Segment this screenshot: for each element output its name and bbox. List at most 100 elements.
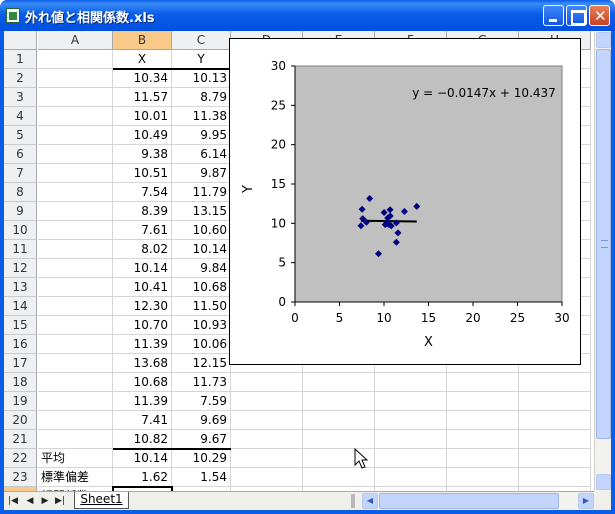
y-tick-label: 10 xyxy=(271,216,286,230)
cell-b16[interactable]: 11.39 xyxy=(113,335,171,354)
cell-b12[interactable]: 10.14 xyxy=(113,259,171,278)
cell-b1[interactable]: X xyxy=(113,50,171,69)
vertical-scrollbar[interactable] xyxy=(594,31,611,491)
row-header-13[interactable]: 13 xyxy=(4,278,37,297)
cell-b15[interactable]: 10.70 xyxy=(113,316,171,335)
row-header-15[interactable]: 15 xyxy=(4,316,37,335)
x-tick-label: 30 xyxy=(554,311,569,325)
cell-a22[interactable]: 平均 xyxy=(38,449,112,468)
cell-c21[interactable]: 9.67 xyxy=(172,430,230,449)
cell-c8[interactable]: 11.79 xyxy=(172,183,230,202)
scroll-right-button[interactable]: ▶ xyxy=(578,493,594,509)
scroll-down-button[interactable] xyxy=(596,474,611,490)
cell-c12[interactable]: 9.84 xyxy=(172,259,230,278)
minimize-button[interactable] xyxy=(543,5,564,26)
scroll-left-button[interactable]: ◀ xyxy=(362,493,378,509)
resize-grip[interactable] xyxy=(594,491,611,510)
cell-b17[interactable]: 13.68 xyxy=(113,354,171,373)
row-header-12[interactable]: 12 xyxy=(4,259,37,278)
column-header-c[interactable]: C xyxy=(172,31,231,50)
cell-c19[interactable]: 7.59 xyxy=(172,392,230,411)
row-header-2[interactable]: 2 xyxy=(4,69,37,88)
scatter-chart[interactable]: 0 5 10 15 20 25 30 0 5 10 15 20 25 30 X Yy = −0.0147x +… xyxy=(229,38,581,365)
window-frame-right xyxy=(611,31,615,514)
cell-b13[interactable]: 10.41 xyxy=(113,278,171,297)
cell-b11[interactable]: 8.02 xyxy=(113,240,171,259)
first-sheet-icon[interactable]: |◀ xyxy=(7,495,19,507)
row-header-7[interactable]: 7 xyxy=(4,164,37,183)
cell-b7[interactable]: 10.51 xyxy=(113,164,171,183)
cell-b4[interactable]: 10.01 xyxy=(113,107,171,126)
cell-c17[interactable]: 12.15 xyxy=(172,354,230,373)
cell-b20[interactable]: 7.41 xyxy=(113,411,171,430)
column-header-a[interactable]: A xyxy=(38,31,113,50)
scroll-up-button[interactable] xyxy=(596,32,611,48)
select-all-corner[interactable] xyxy=(4,31,37,50)
last-sheet-icon[interactable]: ▶| xyxy=(54,495,66,507)
row-header-6[interactable]: 6 xyxy=(4,145,37,164)
cell-c7[interactable]: 9.87 xyxy=(172,164,230,183)
row-header-23[interactable]: 23 xyxy=(4,468,37,487)
cell-b21[interactable]: 10.82 xyxy=(113,430,171,449)
next-sheet-icon[interactable]: ▶ xyxy=(39,495,51,507)
title-bar[interactable]: 外れ値と相関係数.xls ✕ xyxy=(0,0,615,31)
maximize-button[interactable] xyxy=(566,5,587,26)
cell-b18[interactable]: 10.68 xyxy=(113,373,171,392)
cell-c9[interactable]: 13.15 xyxy=(172,202,230,221)
column-header-b[interactable]: B xyxy=(113,31,172,50)
cell-c14[interactable]: 11.50 xyxy=(172,297,230,316)
row-header-19[interactable]: 19 xyxy=(4,392,37,411)
cell-c16[interactable]: 10.06 xyxy=(172,335,230,354)
row-header-22[interactable]: 22 xyxy=(4,449,37,468)
cell-b14[interactable]: 12.30 xyxy=(113,297,171,316)
cell-c1[interactable]: Y xyxy=(172,50,230,69)
cell-b2[interactable]: 10.34 xyxy=(113,69,171,88)
cell-c3[interactable]: 8.79 xyxy=(172,88,230,107)
tab-split-handle[interactable] xyxy=(351,494,355,508)
row-header-9[interactable]: 9 xyxy=(4,202,37,221)
cell-c6[interactable]: 6.14 xyxy=(172,145,230,164)
cell-c13[interactable]: 10.68 xyxy=(172,278,230,297)
row-header-17[interactable]: 17 xyxy=(4,354,37,373)
mouse-cursor-icon xyxy=(354,448,368,469)
cell-c2[interactable]: 10.13 xyxy=(172,69,230,88)
cell-c18[interactable]: 11.73 xyxy=(172,373,230,392)
cell-c5[interactable]: 9.95 xyxy=(172,126,230,145)
row-header-10[interactable]: 10 xyxy=(4,221,37,240)
row-header-4[interactable]: 4 xyxy=(4,107,37,126)
row-header-16[interactable]: 16 xyxy=(4,335,37,354)
cell-b10[interactable]: 7.61 xyxy=(113,221,171,240)
cell-c11[interactable]: 10.14 xyxy=(172,240,230,259)
cell-c23[interactable]: 1.54 xyxy=(172,468,230,487)
row-header-14[interactable]: 14 xyxy=(4,297,37,316)
cell-b8[interactable]: 7.54 xyxy=(113,183,171,202)
cell-a23[interactable]: 標準偏差 xyxy=(38,468,112,487)
row-header-8[interactable]: 8 xyxy=(4,183,37,202)
y-tick-label: 0 xyxy=(278,295,286,309)
row-header-20[interactable]: 20 xyxy=(4,411,37,430)
row-header-1[interactable]: 1 xyxy=(4,50,37,69)
vertical-scroll-thumb[interactable] xyxy=(596,49,611,439)
cell-c20[interactable]: 9.69 xyxy=(172,411,230,430)
horizontal-scroll-thumb[interactable] xyxy=(379,493,559,509)
row-header-11[interactable]: 11 xyxy=(4,240,37,259)
cell-b9[interactable]: 8.39 xyxy=(113,202,171,221)
row-header-21[interactable]: 21 xyxy=(4,430,37,449)
row-header-18[interactable]: 18 xyxy=(4,373,37,392)
horizontal-scrollbar[interactable]: ◀ ▶ xyxy=(362,493,594,510)
cell-b19[interactable]: 11.39 xyxy=(113,392,171,411)
close-button[interactable]: ✕ xyxy=(589,5,610,26)
cell-b22[interactable]: 10.14 xyxy=(113,449,171,468)
sheet-tab[interactable]: Sheet1 xyxy=(74,492,129,509)
row-header-5[interactable]: 5 xyxy=(4,126,37,145)
cell-b6[interactable]: 9.38 xyxy=(113,145,171,164)
cell-c4[interactable]: 11.38 xyxy=(172,107,230,126)
prev-sheet-icon[interactable]: ◀ xyxy=(24,495,36,507)
cell-c22[interactable]: 10.29 xyxy=(172,449,230,468)
cell-b3[interactable]: 11.57 xyxy=(113,88,171,107)
cell-b23[interactable]: 1.62 xyxy=(113,468,171,487)
row-header-3[interactable]: 3 xyxy=(4,88,37,107)
cell-c10[interactable]: 10.60 xyxy=(172,221,230,240)
cell-c15[interactable]: 10.93 xyxy=(172,316,230,335)
cell-b5[interactable]: 10.49 xyxy=(113,126,171,145)
